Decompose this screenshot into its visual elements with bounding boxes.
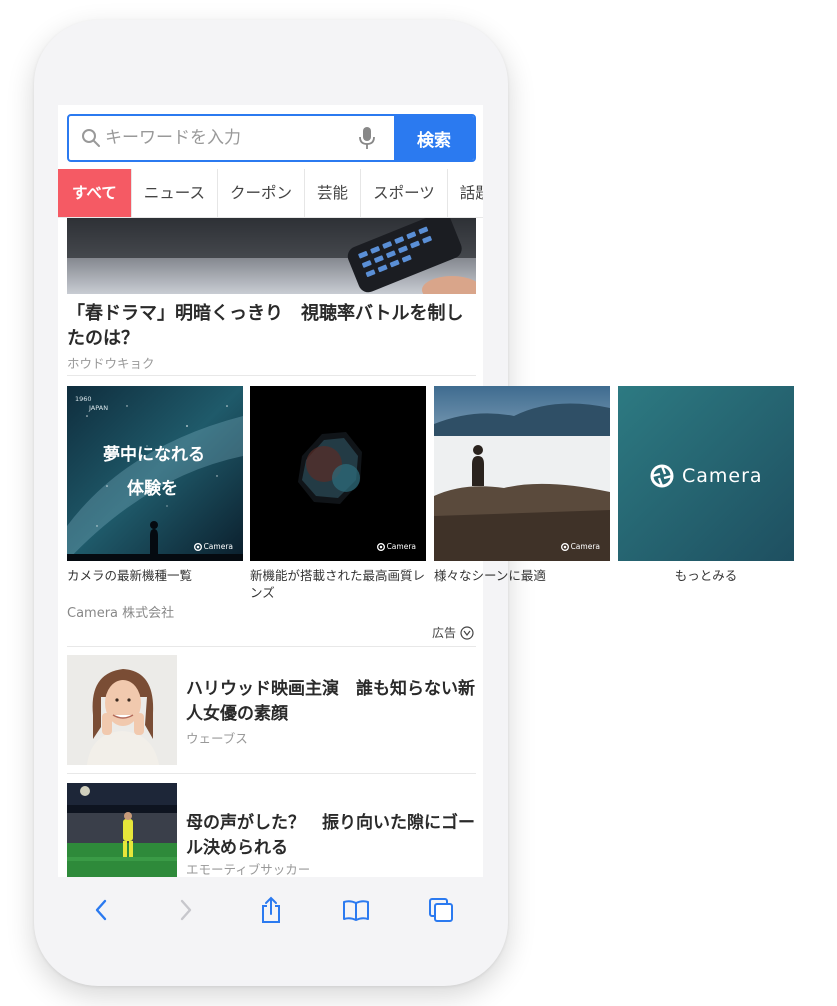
- category-tabs: すべて ニュース クーポン 芸能 スポーツ 話題: [58, 169, 483, 218]
- search-button[interactable]: 検索: [394, 116, 474, 160]
- list-item[interactable]: ハリウッド映画主演 誰も知らない新人女優の素顔 ウェーブス: [67, 655, 476, 765]
- tab-all[interactable]: すべて: [58, 169, 132, 217]
- ad-card-caption[interactable]: もっとみる: [618, 567, 794, 584]
- ad-advertiser: Camera 株式会社: [67, 606, 175, 621]
- forward-icon: [180, 899, 191, 921]
- ad-label-text: 広告: [431, 626, 456, 640]
- tabs-button[interactable]: [421, 890, 461, 930]
- bookmarks-button[interactable]: [336, 890, 376, 930]
- news-source: エモーティブサッカー: [186, 862, 311, 877]
- tab-topics[interactable]: 話題: [448, 169, 483, 217]
- ad-info-icon[interactable]: [460, 625, 474, 640]
- bookmarks-icon: [342, 900, 369, 921]
- share-icon: [261, 896, 280, 923]
- news-source: ウェーブス: [186, 731, 248, 746]
- news-thumbnail[interactable]: [67, 783, 177, 877]
- news-title[interactable]: 母の声がした？ 振り向いた隙にゴール決められる: [186, 811, 476, 861]
- divider: [67, 646, 476, 647]
- divider: [67, 773, 476, 774]
- share-button[interactable]: [251, 890, 291, 930]
- browser-screen: 検索 すべて ニュース クーポン 芸能 スポーツ 話題: [58, 105, 483, 877]
- ad-card-more[interactable]: Camera もっとみる: [618, 386, 794, 584]
- forward-button[interactable]: [166, 890, 206, 930]
- aperture-icon: [650, 464, 674, 488]
- back-icon: [95, 899, 106, 921]
- tab-entertainment[interactable]: 芸能: [305, 169, 362, 217]
- search-bar: 検索: [67, 114, 476, 162]
- search-icon: [82, 129, 100, 147]
- back-button[interactable]: [81, 890, 121, 930]
- tab-news[interactable]: ニュース: [132, 169, 219, 217]
- list-item[interactable]: 母の声がした？ 振り向いた隙にゴール決められる エモーティブサッカー: [67, 783, 476, 877]
- news-thumbnail[interactable]: [67, 655, 177, 765]
- tab-coupon[interactable]: クーポン: [218, 169, 306, 217]
- hero-image[interactable]: [67, 218, 476, 294]
- microphone-icon[interactable]: [357, 126, 377, 150]
- hero-source: ホウドウキョク: [67, 356, 155, 371]
- aperture-icon: [560, 542, 569, 551]
- news-title[interactable]: ハリウッド映画主演 誰も知らない新人女優の素顔: [186, 677, 476, 727]
- tabs-icon: [428, 898, 453, 922]
- camera-logo: Camera: [650, 464, 763, 488]
- search-input[interactable]: [105, 116, 351, 160]
- camera-badge: Camera: [560, 542, 600, 551]
- divider: [67, 375, 476, 376]
- browser-toolbar: [58, 880, 483, 940]
- ad-card-image[interactable]: Camera: [618, 386, 794, 561]
- tab-sports[interactable]: スポーツ: [361, 169, 448, 217]
- ad-label[interactable]: 広告: [432, 624, 474, 641]
- hero-title[interactable]: 「春ドラマ」明暗くっきり 視聴率バトルを制したのは？: [67, 301, 477, 351]
